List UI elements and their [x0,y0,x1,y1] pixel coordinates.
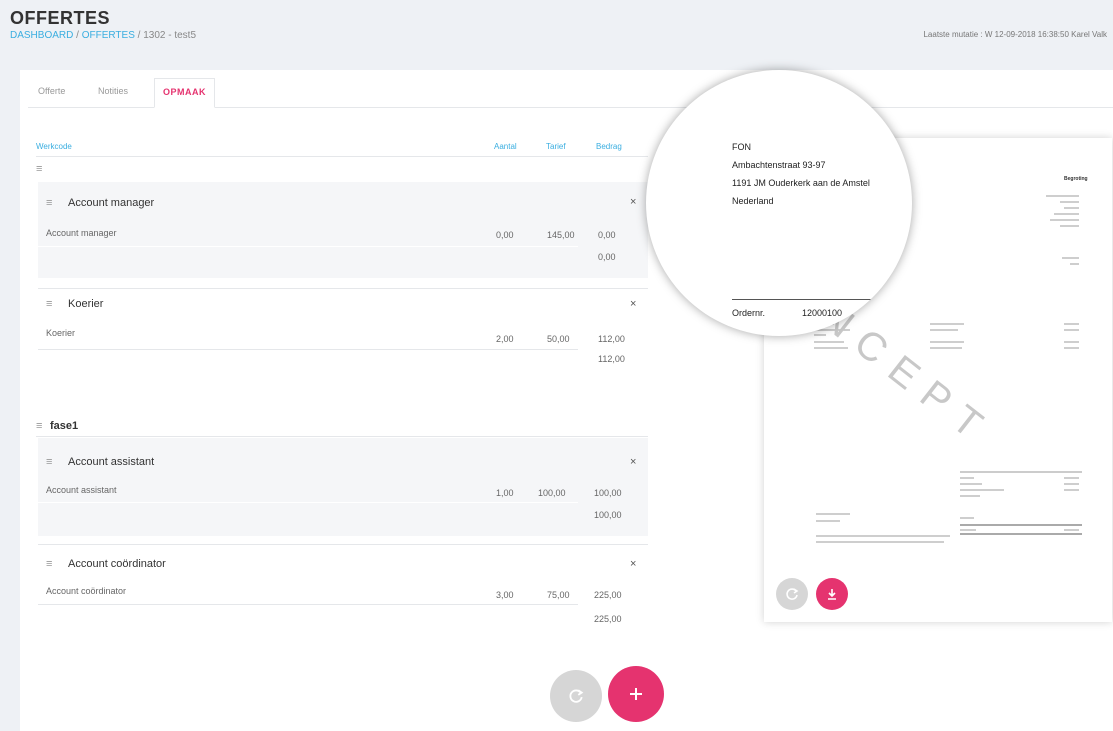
row-count[interactable]: 3,00 [496,590,514,600]
row-description[interactable]: Account assistant [46,485,117,495]
row-amount: 0,00 [598,230,616,240]
download-button[interactable] [816,578,848,610]
drag-handle-icon[interactable]: ≡ [36,164,42,175]
column-header-rate: Tarief [546,142,566,151]
breadcrumb-dashboard[interactable]: DASHBOARD [10,30,73,41]
refresh-button[interactable] [776,578,808,610]
row-amount: 100,00 [594,488,622,498]
divider [38,502,578,503]
group-subtotal: 112,00 [598,354,625,364]
group-subtotal: 0,00 [598,252,616,262]
breadcrumb-offertes[interactable]: OFFERTES [82,30,135,41]
tab-opmaak[interactable]: OPMAAK [154,78,215,108]
row-description[interactable]: Account coördinator [46,586,126,596]
group-title: Account manager [68,197,155,209]
row-count[interactable]: 2,00 [496,334,514,344]
group-subtotal: 100,00 [594,510,622,520]
column-header-amount: Bedrag [596,142,622,151]
drag-handle-icon[interactable]: ≡ [46,559,52,570]
divider [36,436,648,437]
drag-handle-icon[interactable]: ≡ [46,457,52,468]
drag-handle-icon[interactable]: ≡ [36,421,42,432]
order-number-value: 12000100 [802,308,843,318]
row-rate[interactable]: 50,00 [547,334,570,344]
row-description[interactable]: Koerier [46,328,75,338]
group-title: Account assistant [68,456,155,468]
tab-offerte[interactable]: Offerte [38,86,65,96]
column-header-count: Aantal [494,142,517,151]
breadcrumb-current: 1302 - test5 [143,30,197,41]
magnifier-lens: FON Ambachtenstraat 93-97 1191 JM Ouderk… [646,70,912,336]
row-count[interactable]: 0,00 [496,230,514,240]
refresh-button[interactable] [550,670,602,722]
tab-bar: Offerte Notities OPMAAK [28,78,1113,108]
breadcrumb: DASHBOARD / OFFERTES / 1302 - test5 [10,30,196,41]
column-header-code: Werkcode [36,142,72,151]
row-count[interactable]: 1,00 [496,488,514,498]
order-number-label: Ordernr. [732,308,766,318]
last-mutation: Laatste mutatie : W 12-09-2018 16:38:50 … [923,30,1107,39]
address-line: Nederland [732,196,774,206]
row-amount: 225,00 [594,590,622,600]
divider [36,156,648,157]
divider [38,604,578,605]
breadcrumb-separator: / [137,30,141,41]
add-button[interactable] [608,666,664,722]
plus-icon [630,688,642,700]
refresh-icon [786,588,799,600]
close-icon[interactable]: × [630,196,636,208]
close-icon[interactable]: × [630,558,636,570]
download-icon [828,589,836,600]
group-title: Account coördinator [68,558,166,570]
row-amount: 112,00 [598,334,625,344]
close-icon[interactable]: × [630,456,636,468]
divider [38,349,578,350]
address-line: 1191 JM Ouderkerk aan de Amstel [732,178,870,188]
row-rate[interactable]: 75,00 [547,590,570,600]
section-title: fase1 [50,420,79,432]
drag-handle-icon[interactable]: ≡ [46,299,52,310]
tab-notities[interactable]: Notities [98,86,128,96]
top-bar: OFFERTES DASHBOARD / OFFERTES / 1302 - t… [0,0,1113,66]
address-line: Ambachtenstraat 93-97 [732,160,826,170]
group-title: Koerier [68,298,104,310]
row-description[interactable]: Account manager [46,228,117,238]
group-card [38,438,648,536]
refresh-icon [569,689,584,703]
address-line: FON [732,142,751,152]
drag-handle-icon[interactable]: ≡ [46,198,52,209]
divider [38,246,578,247]
breadcrumb-separator: / [76,30,79,41]
close-icon[interactable]: × [630,298,636,310]
row-rate[interactable]: 100,00 [538,488,566,498]
row-rate[interactable]: 145,00 [547,230,575,240]
group-subtotal: 225,00 [594,614,622,624]
page-title: OFFERTES [10,8,111,28]
divider [732,299,912,300]
